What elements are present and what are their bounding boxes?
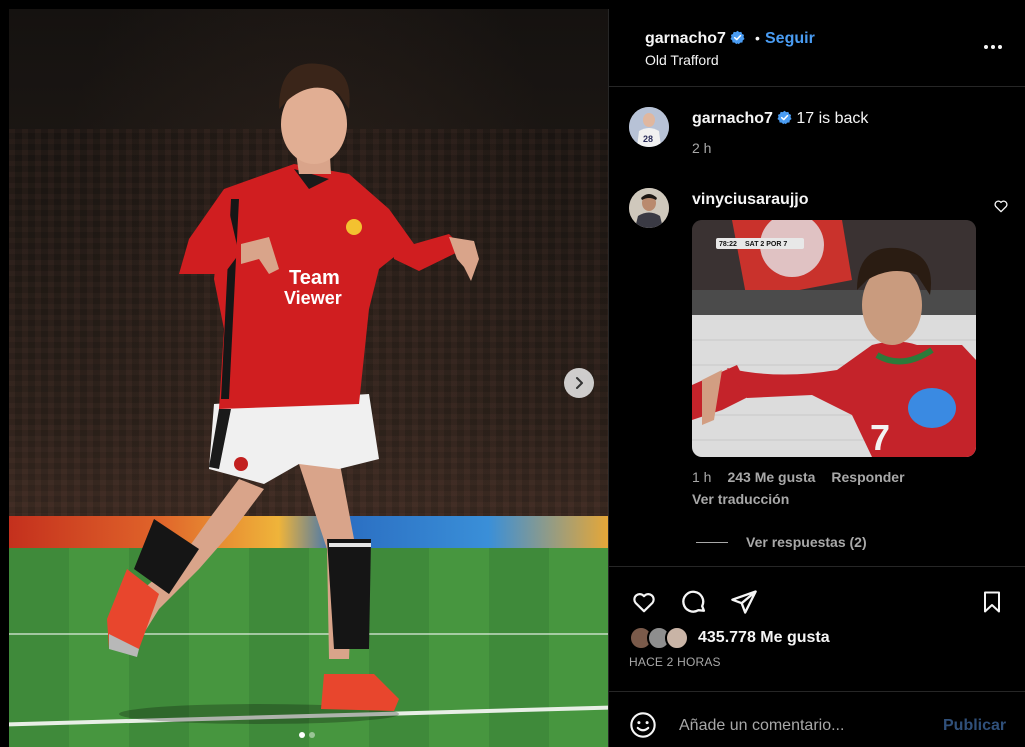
- post-header: garnacho7 • Seguir Old Trafford: [609, 9, 1025, 87]
- commenter-avatar-image: [629, 188, 669, 228]
- view-replies-label: Ver respuestas (2): [746, 534, 867, 550]
- author-avatar-image: 28: [629, 107, 669, 147]
- view-replies-button[interactable]: Ver respuestas (2): [696, 534, 867, 550]
- comment-input[interactable]: Añade un comentario...: [679, 717, 929, 735]
- comment-button[interactable]: [679, 587, 709, 617]
- follow-button[interactable]: Seguir: [765, 30, 815, 48]
- player-photo: Team Viewer: [107, 63, 479, 724]
- liker-avatar: [665, 626, 689, 650]
- post-actions: 435.778 Me gusta HACE 2 HORAS: [609, 566, 1025, 692]
- comment-reply-button[interactable]: Responder: [831, 469, 904, 485]
- comment-composer: Añade un comentario... Publicar: [609, 693, 1025, 747]
- author-avatar[interactable]: 28: [629, 107, 669, 147]
- gif-shirt-number: 7: [870, 417, 890, 457]
- gif-image: 78:22 SAT 2 POR 7 7: [692, 220, 976, 457]
- comment-likes-count[interactable]: 243 Me gusta: [727, 469, 815, 485]
- replies-divider-line: [696, 541, 728, 543]
- comments-section[interactable]: 28 garnacho7 17 is back 2 h vinyciusarau…: [609, 88, 1025, 566]
- author-username[interactable]: garnacho7: [645, 30, 745, 48]
- comment-gif[interactable]: 78:22 SAT 2 POR 7 7: [692, 220, 976, 457]
- comment-timestamp[interactable]: 1 h: [692, 469, 711, 485]
- post-likes-count[interactable]: 435.778 Me gusta: [698, 629, 830, 647]
- commenter-avatar[interactable]: [629, 188, 669, 228]
- comment-icon: [682, 590, 706, 613]
- caption-timestamp[interactable]: 2 h: [692, 140, 711, 156]
- svg-text:28: 28: [643, 134, 653, 144]
- heart-icon: [633, 593, 655, 613]
- caption-username[interactable]: garnacho7: [692, 110, 773, 127]
- post-timestamp[interactable]: HACE 2 HORAS: [629, 655, 721, 669]
- post-media[interactable]: Team Viewer: [9, 9, 608, 747]
- emoji-icon[interactable]: [629, 711, 657, 739]
- save-button[interactable]: [977, 587, 1007, 617]
- post-location[interactable]: Old Trafford: [645, 52, 719, 68]
- verified-badge-icon: [730, 30, 745, 45]
- carousel-dot-active: [299, 732, 305, 738]
- send-icon: [731, 590, 757, 614]
- carousel-indicator: [299, 732, 315, 738]
- gif-scoreboard-clock: 78:22: [719, 241, 737, 248]
- header-separator: •: [755, 30, 760, 46]
- chevron-right-icon: [576, 377, 583, 389]
- publish-button[interactable]: Publicar: [943, 717, 1006, 735]
- carousel-next-button[interactable]: [564, 368, 594, 398]
- comment-meta: 1 h 243 Me gusta Responder: [692, 469, 905, 485]
- svg-text:Team: Team: [289, 267, 340, 289]
- more-options-icon[interactable]: [981, 37, 1005, 57]
- like-button[interactable]: [629, 587, 659, 617]
- see-translation-button[interactable]: Ver traducción: [692, 491, 789, 507]
- svg-text:Viewer: Viewer: [284, 288, 342, 308]
- liked-by-avatars[interactable]: [629, 626, 693, 652]
- carousel-dot: [309, 732, 315, 738]
- bookmark-icon: [984, 591, 1000, 613]
- post-sidebar: garnacho7 • Seguir Old Trafford 28 garna…: [608, 9, 1025, 747]
- gif-scoreboard-score: SAT 2 POR 7: [745, 241, 787, 248]
- commenter-username[interactable]: vinyciusaraujjo: [692, 191, 809, 209]
- caption-text: 17 is back: [796, 110, 869, 127]
- share-button[interactable]: [729, 587, 759, 617]
- verified-badge-icon: [777, 110, 792, 125]
- comment-like-heart-icon[interactable]: [993, 198, 1009, 214]
- post-caption: garnacho7 17 is back: [692, 110, 868, 128]
